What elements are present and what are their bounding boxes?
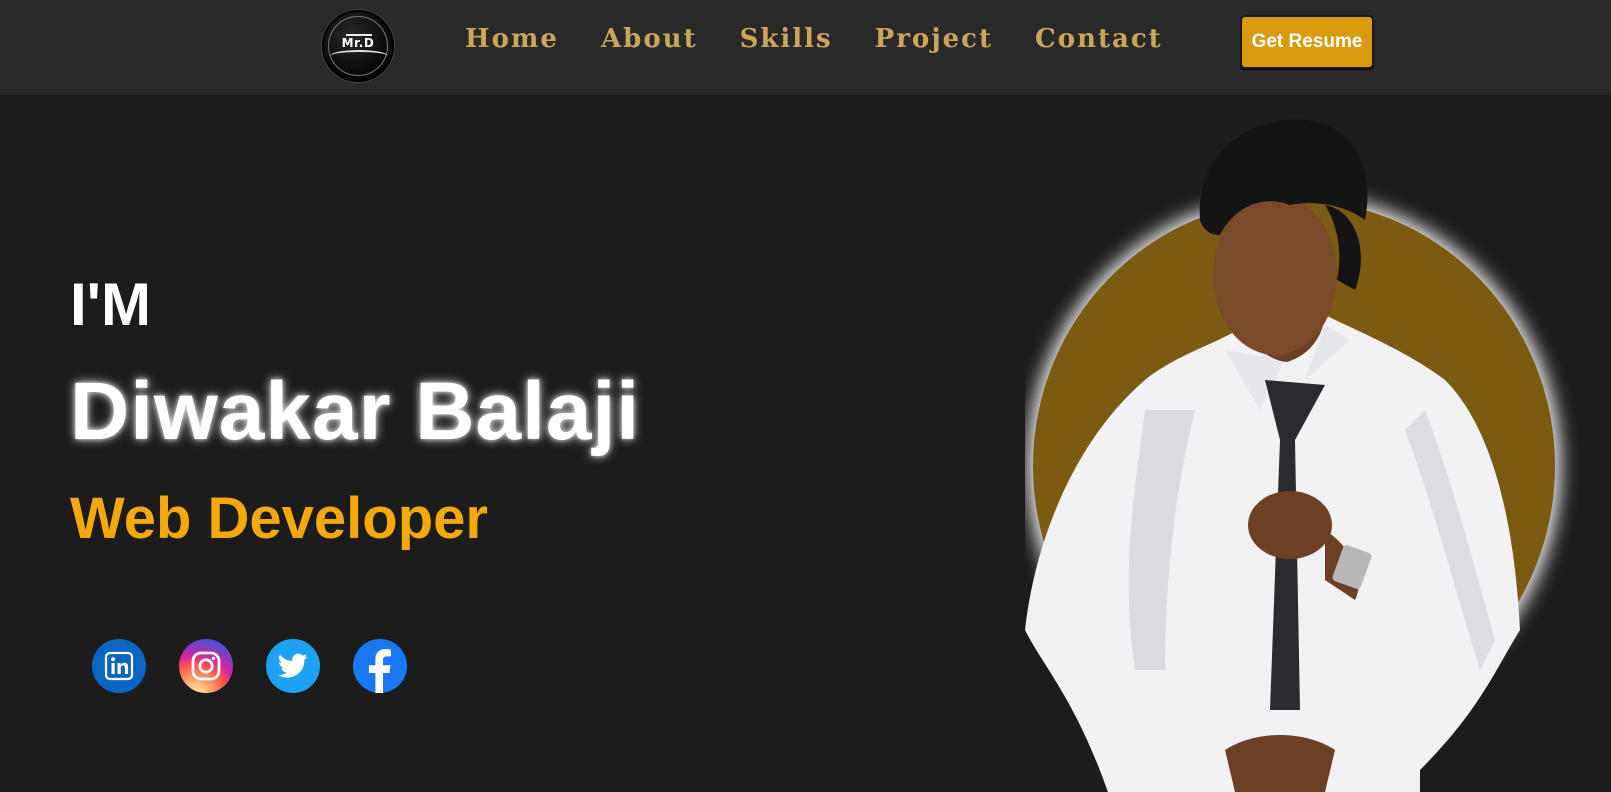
- hero-role: Web Developer: [70, 486, 488, 551]
- linkedin-link[interactable]: [92, 639, 146, 693]
- instagram-link[interactable]: [179, 639, 233, 693]
- nav-link-about[interactable]: About: [601, 18, 698, 60]
- hero-intro: I'M: [70, 271, 151, 338]
- facebook-link[interactable]: [353, 639, 407, 693]
- logo-text: Mr.D: [341, 36, 375, 50]
- hero-name: Diwakar Balaji: [70, 366, 641, 457]
- get-resume-button[interactable]: Get Resume: [1240, 15, 1374, 69]
- instagram-icon: [191, 651, 221, 681]
- logo[interactable]: Mr.D: [322, 10, 394, 82]
- nav-links: Home About Skills Project Contact: [465, 18, 1205, 60]
- nav-link-skills[interactable]: Skills: [740, 18, 833, 60]
- navbar: Mr.D Home About Skills Project Contact G…: [0, 0, 1611, 95]
- facebook-icon: [368, 649, 391, 693]
- person-figure: [1025, 119, 1520, 792]
- nav-link-contact[interactable]: Contact: [1035, 18, 1163, 60]
- nav-link-home[interactable]: Home: [465, 18, 559, 60]
- nav-link-project[interactable]: Project: [875, 18, 993, 60]
- linkedin-icon: [104, 651, 134, 681]
- profile-photo: [1025, 110, 1585, 792]
- logo-swoosh: [330, 50, 388, 62]
- twitter-icon: [278, 653, 308, 678]
- twitter-link[interactable]: [266, 639, 320, 693]
- social-links: [92, 639, 407, 693]
